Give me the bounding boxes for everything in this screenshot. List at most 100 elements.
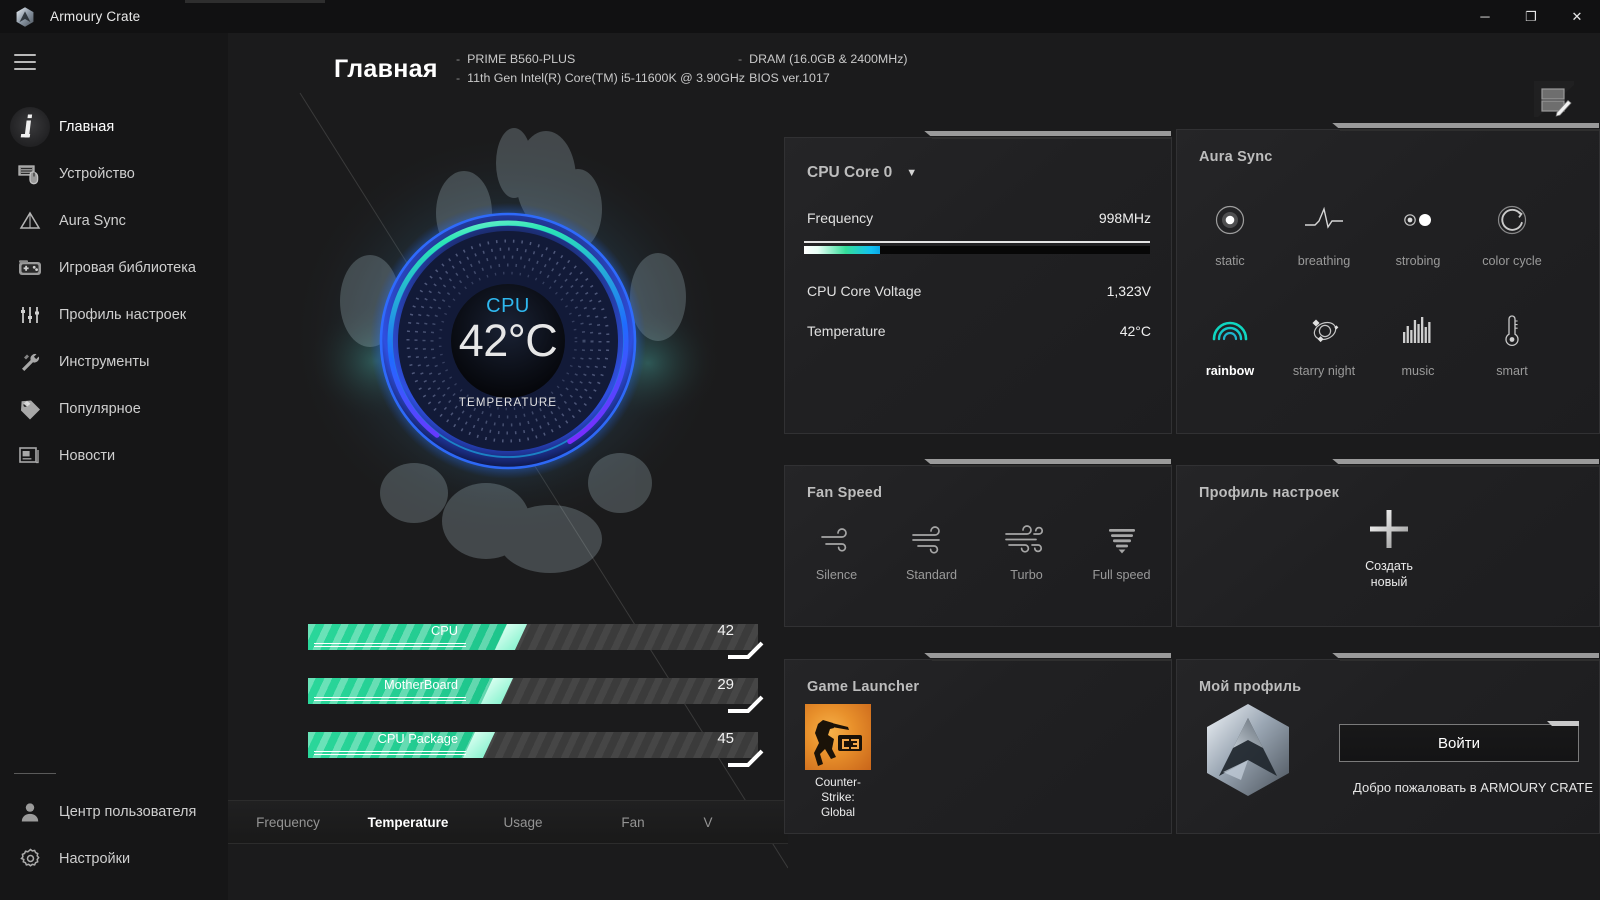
starry-night-icon (1302, 304, 1346, 356)
meter-value: 45 (717, 730, 734, 747)
aura-effect-label: starry night (1292, 364, 1356, 378)
sidebar-item-label: Инструменты (59, 353, 150, 370)
card-header-accent (924, 459, 1171, 467)
wrench-tools-icon (10, 342, 50, 382)
aura-effect-static[interactable]: static (1183, 182, 1277, 292)
game-launcher-title: Game Launcher (807, 679, 920, 695)
aura-effect-color-cycle[interactable]: color cycle (1465, 182, 1559, 292)
cpu-gauge-hero: CPU 42°C TEMPERATURE (228, 101, 788, 621)
sidebar-item-home[interactable]: Главная (0, 103, 228, 150)
meter-value: 29 (717, 676, 734, 693)
card-header-accent (1332, 123, 1599, 131)
create-new-profile-button[interactable]: Создать новый (1177, 506, 1600, 590)
fan-mode-label: Turbo (1010, 568, 1043, 582)
meter-hook-decoration (728, 749, 764, 767)
aura-effect-grid: static breathing strobing color cycle ra… (1183, 182, 1595, 402)
meter-label: CPU (430, 623, 458, 638)
aura-sync-title: Aura Sync (1199, 149, 1273, 165)
create-new-line2: новый (1370, 575, 1408, 589)
bios-version: BIOS ver.1017 (749, 71, 830, 85)
aura-effect-label: smart (1496, 364, 1528, 378)
tab-usage[interactable]: Usage (468, 815, 578, 830)
fan-turbo-icon (1003, 518, 1051, 562)
sidebar-item-user-center[interactable]: Центр пользователя (0, 788, 228, 835)
window-titlebar: Armoury Crate ─ ❐ ✕ (0, 0, 1600, 33)
card-header-accent (924, 653, 1171, 661)
progress-fill (804, 245, 881, 254)
system-info-left: - PRIME B560-PLUS -11th Gen Intel(R) Core… (456, 50, 745, 88)
user-center-icon (10, 792, 50, 832)
motherboard-model: PRIME B560-PLUS (467, 52, 576, 66)
meter-value: 42 (717, 622, 734, 639)
system-info-right: - DRAM (16.0GB & 2400MHz) - BIOS ver.1017 (738, 50, 908, 88)
tab-temperature[interactable]: Temperature (348, 815, 468, 830)
meter-row: CPU Package 45 (308, 727, 764, 769)
dashboard-cards: CPU Core 0 ▼ Frequency 998MHz CPU Core V… (784, 101, 1600, 900)
sidebar-item-news[interactable]: Новости (0, 432, 228, 479)
app-title: Armoury Crate (50, 9, 141, 24)
music-bars-icon (1397, 304, 1439, 356)
login-button[interactable]: Войти (1339, 721, 1579, 762)
cpu-temperature-gauge (370, 203, 646, 479)
sensor-meters: CPU 42 MotherBoard 29 CPU Package 45 (308, 619, 764, 781)
breathing-wave-icon (1302, 194, 1346, 246)
fan-silence-icon (816, 518, 858, 562)
create-new-line1: Создать (1365, 559, 1413, 573)
sidebar-item-label: Новости (59, 447, 116, 464)
aura-effect-label: color cycle (1482, 254, 1542, 268)
sidebar-item-tools[interactable]: Инструменты (0, 338, 228, 385)
tab-fan[interactable]: Fan (578, 815, 688, 830)
fan-mode-full-speed[interactable]: Full speed (1074, 518, 1169, 582)
fan-mode-turbo[interactable]: Turbo (979, 518, 1074, 582)
fan-mode-grid: Silence Standard Turbo Full speed (789, 518, 1169, 582)
voltage-row: CPU Core Voltage 1,323V (807, 283, 1151, 299)
sidebar-item-game-library[interactable]: Игровая библиотека (0, 244, 228, 291)
cpu-core-selector[interactable]: CPU Core 0 ▼ (807, 164, 917, 182)
sidebar-item-settings[interactable]: Настройки (0, 835, 228, 882)
scenario-profile-card: Профиль настроек Создать новый (1176, 459, 1600, 627)
sidebar-item-device[interactable]: Устройство (0, 150, 228, 197)
meter-label: CPU Package (377, 731, 458, 746)
login-button-corner-accent (1547, 721, 1579, 726)
close-button[interactable]: ✕ (1554, 0, 1600, 33)
sidebar-item-label: Центр пользователя (59, 803, 197, 820)
tab-frequency[interactable]: Frequency (228, 815, 348, 830)
meter-underline (314, 643, 466, 647)
maximize-button[interactable]: ❐ (1508, 0, 1554, 33)
tab-voltage[interactable]: V (688, 815, 728, 830)
temperature-value: 42°C (1119, 323, 1151, 339)
game-tile-csgo[interactable]: Counter- Strike: Global (805, 704, 871, 820)
chevron-down-icon: ▼ (906, 167, 918, 179)
aura-effect-starry-night[interactable]: starry night (1277, 292, 1371, 402)
sidebar-item-aura-sync[interactable]: Aura Sync (0, 197, 228, 244)
aura-effect-strobing[interactable]: strobing (1371, 182, 1465, 292)
aura-effect-music[interactable]: music (1371, 292, 1465, 402)
cpu-model: 11th Gen Intel(R) Core(TM) i5-11600K @ 3… (467, 71, 746, 85)
fan-mode-standard[interactable]: Standard (884, 518, 979, 582)
fan-speed-card: Fan Speed Silence Standard Turbo Full sp… (784, 459, 1172, 627)
titlebar-hover-strip (185, 0, 325, 3)
sidebar-item-featured[interactable]: Популярное (0, 385, 228, 432)
main-content: Главная - PRIME B560-PLUS -11th Gen Intel… (228, 33, 1600, 900)
card-header-accent (1332, 653, 1599, 661)
rainbow-arcs-icon (1208, 304, 1252, 356)
sidebar-item-scenario-profile[interactable]: Профиль настроек (0, 291, 228, 338)
bullet-dash: - (456, 71, 461, 85)
counter-strike-go-icon (805, 704, 871, 770)
aura-effect-breathing[interactable]: breathing (1277, 182, 1371, 292)
aura-effect-smart[interactable]: smart (1465, 292, 1559, 402)
window-controls: ─ ❐ ✕ (1462, 0, 1600, 33)
fan-mode-silence[interactable]: Silence (789, 518, 884, 582)
meter-row: CPU 42 (308, 619, 764, 661)
hamburger-menu-icon[interactable] (14, 49, 36, 75)
meter-underline (314, 751, 466, 755)
minimize-button[interactable]: ─ (1462, 0, 1508, 33)
metric-tab-bar: Frequency Temperature Usage Fan V (228, 800, 788, 844)
welcome-message: Добро пожаловать в ARMOURY CRATE (1353, 780, 1593, 795)
aura-effect-rainbow[interactable]: rainbow (1183, 292, 1277, 402)
game-launcher-card: Game Launcher Counter- Strike: Global (784, 653, 1172, 834)
temperature-row: Temperature 42°C (807, 323, 1151, 339)
card-header-accent (924, 131, 1171, 139)
sidebar-item-label: Популярное (59, 400, 141, 417)
thermometer-smart-icon (1496, 304, 1528, 356)
